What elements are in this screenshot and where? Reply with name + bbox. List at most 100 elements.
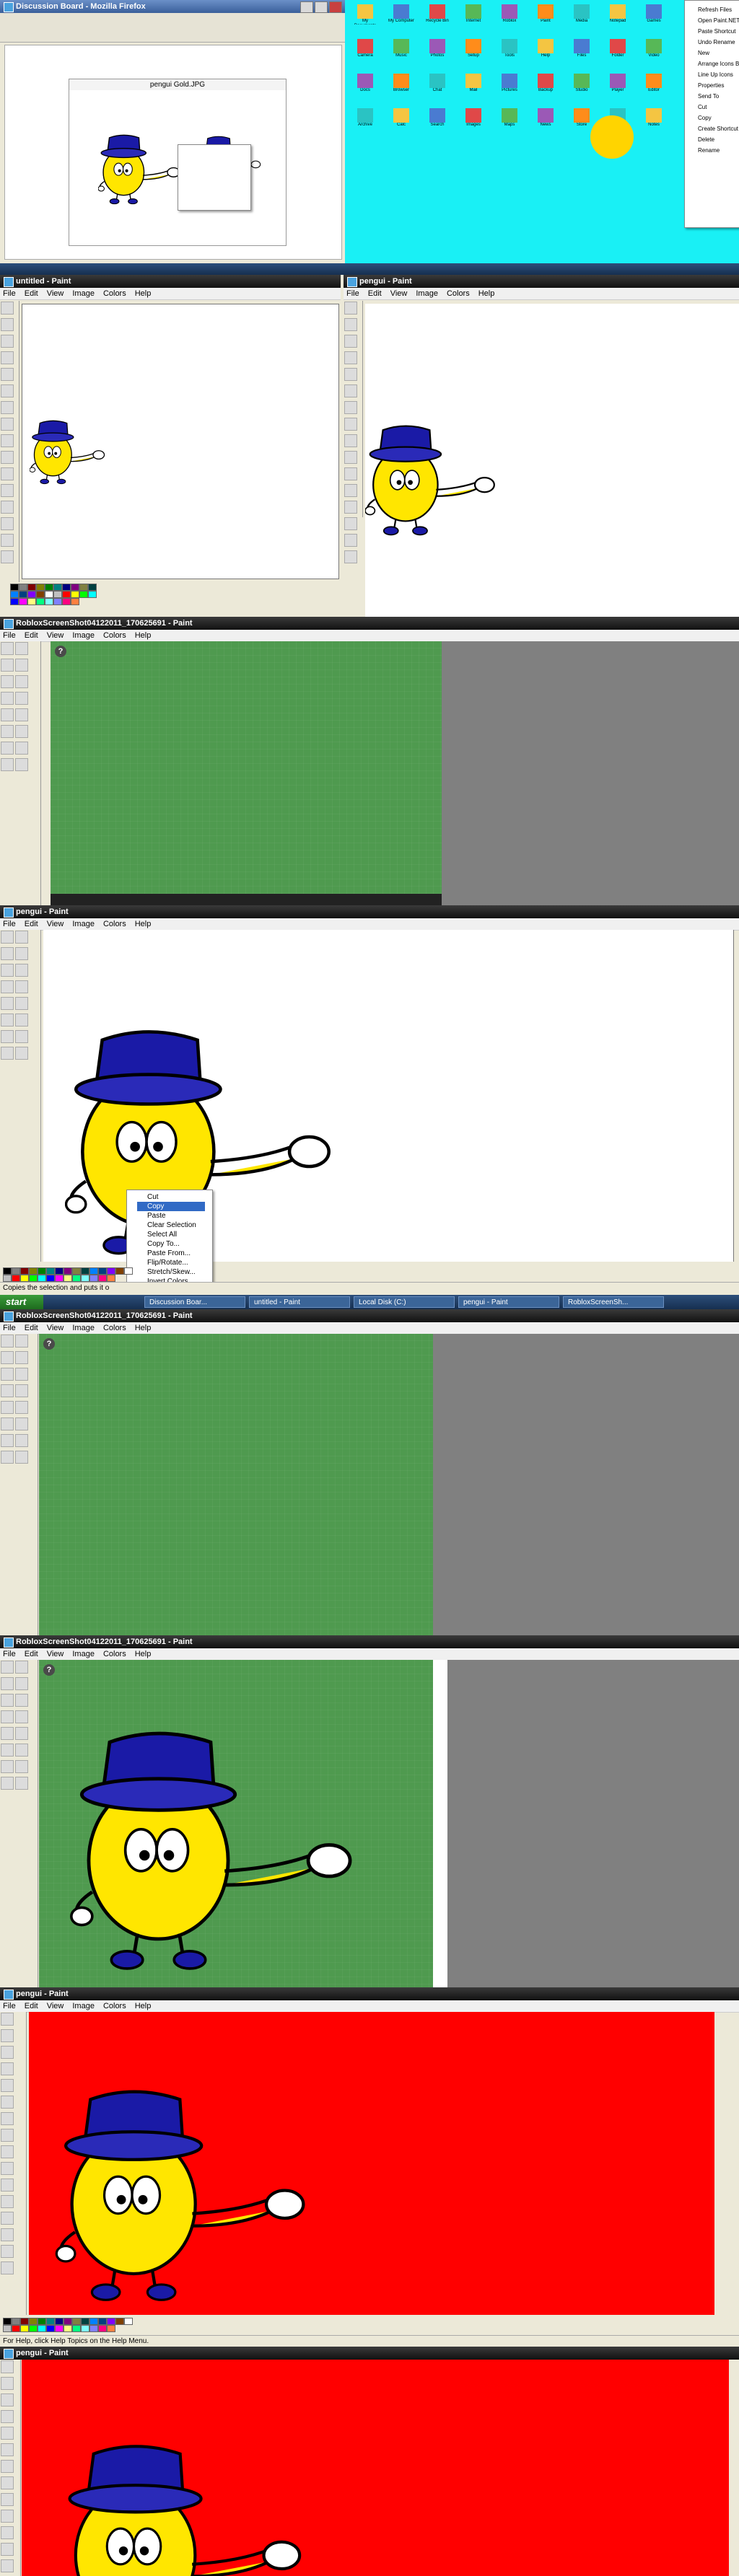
paint-tool-button[interactable] [15,1368,28,1381]
paint-tool-button[interactable] [15,642,28,655]
menu-item[interactable]: Rename [695,145,733,156]
palette-color-swatch[interactable] [72,2318,81,2325]
menu-item-colors[interactable]: Colors [103,1650,126,1658]
paint-tool-button[interactable] [1,980,14,993]
menu-item[interactable]: Open Paint.NET [695,15,739,26]
paint-tool-button[interactable] [1,484,14,497]
desktop-icon[interactable]: Player [605,74,631,100]
palette-color-swatch[interactable] [64,2325,72,2332]
palette-color-swatch[interactable] [64,2318,72,2325]
menu-item-view[interactable]: View [47,289,64,298]
paint-tool-button[interactable] [15,1451,28,1464]
palette-color-swatch[interactable] [12,2318,20,2325]
palette-color-swatch[interactable] [72,1275,81,1282]
menu-item[interactable]: Refresh Files [695,4,733,15]
palette-color-swatch[interactable] [53,591,62,598]
palette-color-swatch[interactable] [107,2325,115,2332]
paint-tool-button[interactable] [15,1014,28,1027]
paint-tool-button[interactable] [1,2162,14,2175]
paint-tool-button[interactable] [15,1434,28,1447]
paint-tool-button[interactable] [344,318,357,331]
paint-tool-button[interactable] [344,550,357,563]
palette-color-swatch[interactable] [10,591,19,598]
paint-tool-button[interactable] [1,1760,14,1773]
palette-color-swatch[interactable] [38,2318,46,2325]
desktop-icon[interactable]: Browser [388,74,414,100]
palette-color-swatch[interactable] [89,1275,98,1282]
menu-item[interactable]: Create Shortcut [695,123,738,134]
menu-item-view[interactable]: View [47,1324,64,1332]
palette-color-swatch[interactable] [12,2325,20,2332]
menu-item-view[interactable]: View [47,1650,64,1658]
paint-tool-button[interactable] [1,642,14,655]
palette-color-swatch[interactable] [46,1267,55,1275]
paint-tool-button[interactable] [15,980,28,993]
palette-color-swatch[interactable] [71,584,79,591]
desktop-icon[interactable]: Mail [460,74,486,100]
paint-tool-button[interactable] [1,401,14,414]
menu-item-colors[interactable]: Colors [103,920,126,928]
paint-tool-button[interactable] [1,2195,14,2208]
paint-tool-button[interactable] [1,2460,14,2473]
paint-tool-button[interactable] [344,501,357,514]
paint-tool-button[interactable] [1,434,14,447]
taskbar-item[interactable]: RobloxScreenSh... [563,1296,664,1308]
paint-tool-button[interactable] [1,1744,14,1757]
menu-item-colors[interactable]: Colors [103,2002,126,2010]
paint-tool-button[interactable] [1,1384,14,1397]
palette-color-swatch[interactable] [29,1267,38,1275]
paint-tool-button[interactable] [344,335,357,348]
menu-item-image[interactable]: Image [72,1650,95,1658]
paint-tool-button[interactable] [1,501,14,514]
paint-tool-button[interactable] [344,434,357,447]
paint-tool-button[interactable] [15,1401,28,1414]
palette-color-swatch[interactable] [62,584,71,591]
palette-color-swatch[interactable] [89,2318,98,2325]
paint-tool-button[interactable] [1,2410,14,2423]
palette-color-swatch[interactable] [62,591,71,598]
paint-tool-button[interactable] [1,302,14,315]
desktop-icon[interactable]: Internet [460,4,486,30]
palette-color-swatch[interactable] [19,598,27,605]
palette-color-swatch[interactable] [55,1275,64,1282]
paint-tool-button[interactable] [1,1451,14,1464]
menu-item-help[interactable]: Help [478,289,495,298]
palette-color-swatch[interactable] [81,2325,89,2332]
menu-item-colors[interactable]: Colors [103,1324,126,1332]
paint-tool-button[interactable] [1,659,14,672]
paint-tool-button[interactable] [1,351,14,364]
palette-color-swatch[interactable] [3,2318,12,2325]
palette-color-swatch[interactable] [19,584,27,591]
paint-tool-button[interactable] [1,2493,14,2506]
palette-color-swatch[interactable] [98,2318,107,2325]
palette-color-swatch[interactable] [45,584,53,591]
palette-color-swatch[interactable] [20,1275,29,1282]
palette-color-swatch[interactable] [124,2318,133,2325]
paint-tool-button[interactable] [1,964,14,977]
paint-tool-button[interactable] [1,931,14,944]
palette-color-swatch[interactable] [29,2325,38,2332]
desktop-icon[interactable]: Tools [497,39,522,65]
context-menu-item-copy-to-[interactable]: Copy To... [137,1239,205,1249]
menu-item-image[interactable]: Image [72,2002,95,2010]
paint-tool-button[interactable] [1,725,14,738]
paint-tool-button[interactable] [1,2029,14,2042]
paint-tool-button[interactable] [1,534,14,547]
context-menu-item-paste-from-[interactable]: Paste From... [137,1249,205,1258]
desktop-icon[interactable]: Folder [605,39,631,65]
menu-item-file[interactable]: File [3,631,16,640]
paint-tool-button[interactable] [1,2393,14,2406]
palette-color-swatch[interactable] [79,591,88,598]
paint-tool-button[interactable] [1,2427,14,2440]
paint-tool-button[interactable] [344,351,357,364]
paint-tool-button[interactable] [1,318,14,331]
palette-color-swatch[interactable] [38,2325,46,2332]
paint-tool-button[interactable] [15,675,28,688]
palette-color-swatch[interactable] [46,2325,55,2332]
desktop-icon[interactable]: Games [641,4,667,30]
paint-tool-button[interactable] [1,675,14,688]
paint-tool-button[interactable] [1,1661,14,1674]
palette-color-swatch[interactable] [27,598,36,605]
palette-color-swatch[interactable] [29,2318,38,2325]
context-menu-item-select-all[interactable]: Select All [137,1230,205,1239]
